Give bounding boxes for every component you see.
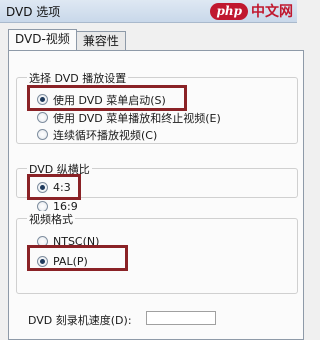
radio-button-checked[interactable] <box>37 182 48 193</box>
radio-label: 4:3 <box>53 181 71 194</box>
tab-compatibility[interactable]: 兼容性 <box>75 31 126 50</box>
playback-settings-legend: 选择 DVD 播放设置 <box>27 70 129 86</box>
video-format-legend: 视频格式 <box>27 211 75 227</box>
radio-pal[interactable]: PAL(P) <box>37 254 88 269</box>
watermark-text: 中文网 <box>251 4 293 20</box>
radio-label: NTSC(N) <box>53 235 100 248</box>
burner-speed-label: DVD 刻录机速度(D): <box>28 314 132 327</box>
radio-button-checked[interactable] <box>37 256 48 267</box>
radio-button[interactable] <box>37 129 48 140</box>
tab-dvd-video[interactable]: DVD-视频 <box>8 29 77 50</box>
window-title: DVD 选项 <box>6 5 61 19</box>
aspect-ratio-legend: DVD 纵横比 <box>27 161 92 177</box>
radio-start-with-menu[interactable]: 使用 DVD 菜单启动(S) <box>37 92 166 107</box>
tab-strip: DVD-视频 兼容性 <box>8 29 126 51</box>
radio-ntsc[interactable]: NTSC(N) <box>37 234 99 249</box>
radio-play-menu-and-stop[interactable]: 使用 DVD 菜单播放和终止视频(E) <box>37 110 221 125</box>
burner-speed-dropdown[interactable] <box>146 311 216 325</box>
radio-button-checked[interactable] <box>37 94 48 105</box>
title-bar: DVD 选项 php 中文网 <box>0 0 297 23</box>
radio-loop-video[interactable]: 连续循环播放视频(C) <box>37 127 157 142</box>
radio-label: 连续循环播放视频(C) <box>53 128 158 142</box>
watermark-badge: php <box>210 2 248 20</box>
radio-label: PAL(P) <box>53 255 88 268</box>
radio-aspect-4-3[interactable]: 4:3 <box>37 180 71 195</box>
radio-label: 使用 DVD 菜单启动(S) <box>53 93 166 107</box>
radio-label: 使用 DVD 菜单播放和终止视频(E) <box>53 111 221 125</box>
watermark-logo: php 中文网 <box>210 1 293 21</box>
radio-button[interactable] <box>37 112 48 123</box>
radio-button[interactable] <box>37 236 48 247</box>
